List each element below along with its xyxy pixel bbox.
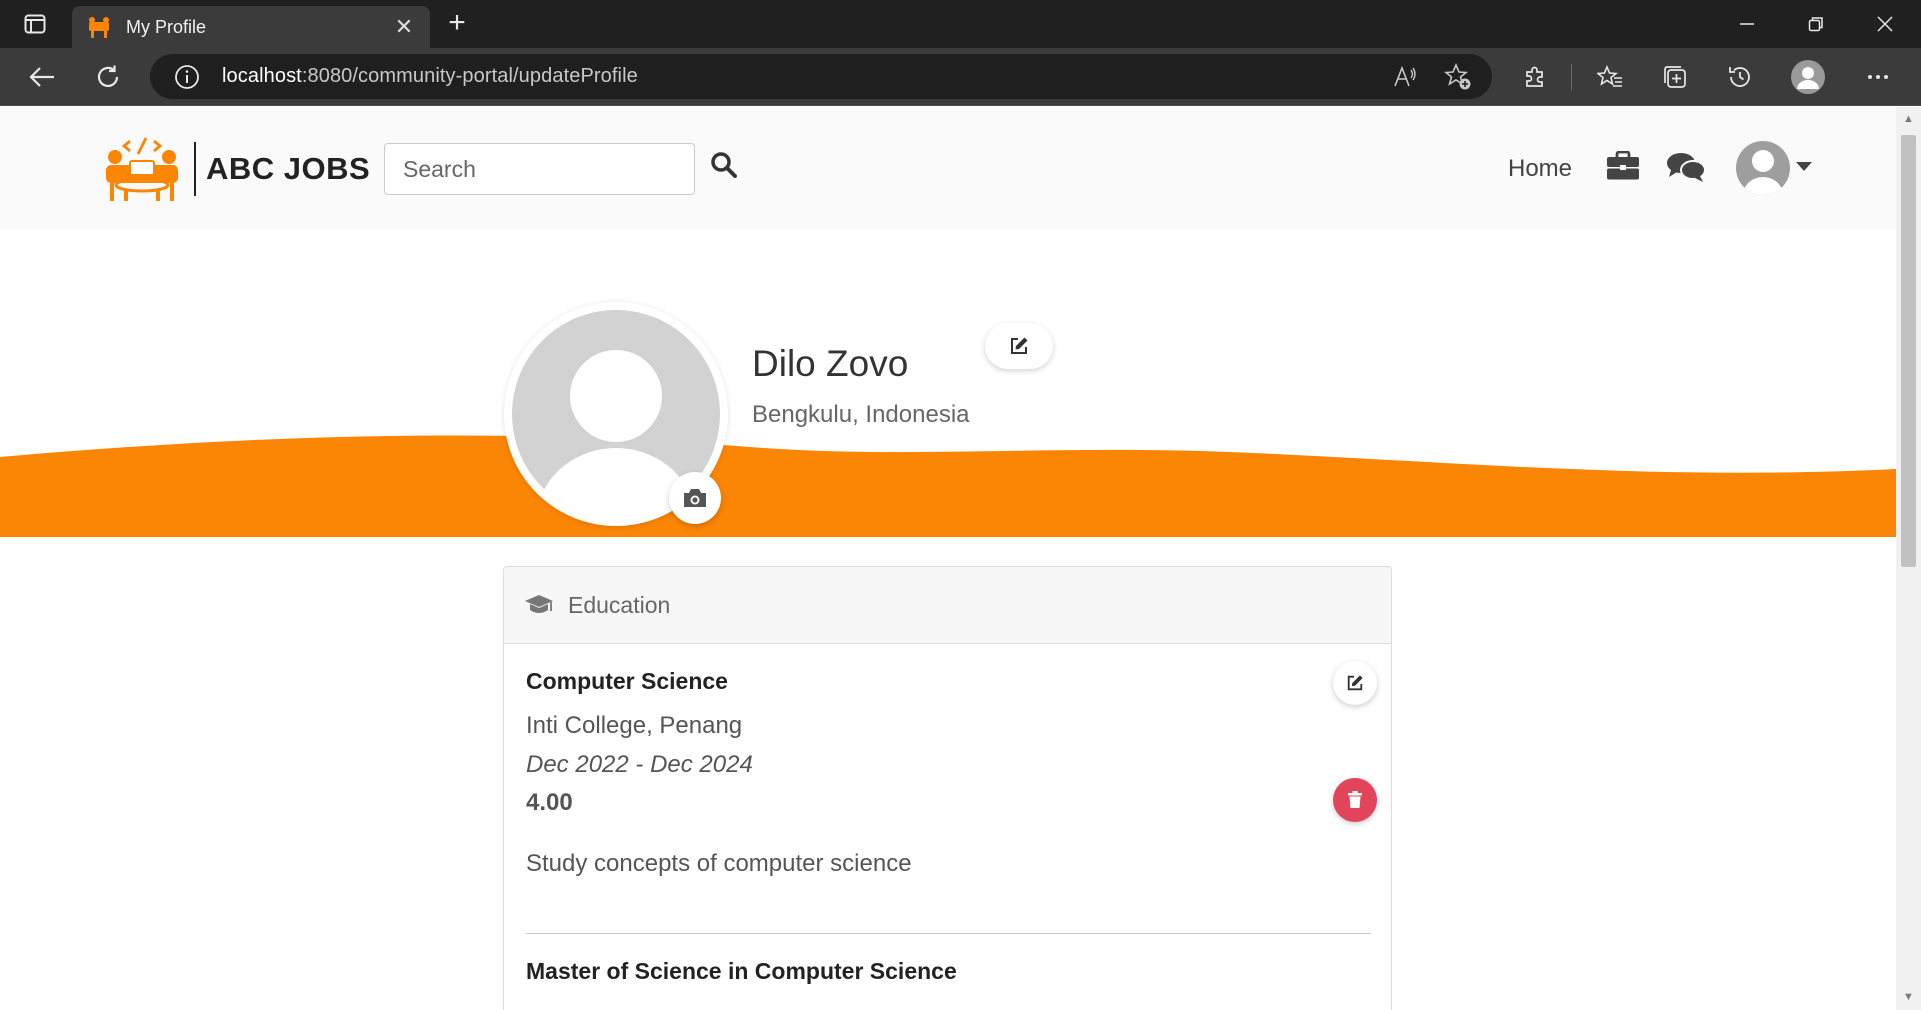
profile-location: Bengkulu, Indonesia [752, 401, 970, 428]
minimize-icon [1740, 23, 1754, 25]
education-school: Inti College, Penang [526, 712, 743, 739]
education-title: Education [568, 591, 671, 618]
toolbar-separator [1571, 64, 1572, 90]
education-degree: Computer Science [526, 668, 728, 694]
address-bar[interactable]: localhost:8080/community-portal/updatePr… [150, 54, 1492, 99]
refresh-icon [97, 65, 119, 88]
scrollbar-thumb[interactable] [1901, 135, 1916, 567]
trash-icon [1348, 791, 1362, 808]
user-avatar-icon [1743, 150, 1783, 195]
browser-avatar-icon [1791, 60, 1825, 94]
education-gpa: 4.00 [526, 789, 573, 816]
history-button[interactable] [1720, 58, 1760, 96]
education-description: Study concepts of computer science [526, 850, 912, 877]
brand-name: ABC JOBS [206, 151, 371, 186]
extensions-button[interactable] [1515, 58, 1555, 96]
change-photo-button[interactable] [669, 472, 721, 524]
delete-education-button[interactable] [1333, 778, 1377, 822]
more-dots-icon [1868, 75, 1888, 79]
camera-icon [684, 489, 706, 507]
new-tab-button[interactable]: + [440, 8, 474, 40]
back-button[interactable] [22, 58, 62, 96]
url-host: localhost [222, 65, 302, 87]
tab-actions-button[interactable] [12, 10, 58, 38]
search-button[interactable] [710, 151, 740, 185]
favorites-button[interactable] [1590, 58, 1630, 96]
nav-user-avatar[interactable] [1736, 141, 1790, 195]
restore-icon [1808, 17, 1823, 32]
comments-icon [1667, 153, 1706, 182]
window-close-icon [1877, 16, 1893, 32]
logo-divider [194, 142, 196, 196]
url-path: :8080/community-portal/updateProfile [301, 65, 638, 87]
favorites-icon [1597, 65, 1622, 87]
tab-actions-icon [24, 14, 46, 34]
window-close-button[interactable] [1851, 0, 1919, 48]
site-navbar: ABC JOBS Home [0, 107, 1896, 229]
collections-icon [1664, 66, 1686, 88]
abc-jobs-logo-icon [106, 137, 178, 201]
edit-education-button[interactable] [1333, 661, 1377, 705]
education-dates: Dec 2022 - Dec 2024 [526, 751, 753, 778]
puzzle-icon [1526, 66, 1543, 87]
more-menu-button[interactable] [1858, 58, 1898, 96]
search-input[interactable] [384, 143, 695, 195]
tab-title: My Profile [126, 16, 207, 37]
address-url: localhost:8080/community-portal/updatePr… [222, 65, 638, 88]
entry-divider [526, 933, 1371, 934]
refresh-button[interactable] [88, 58, 128, 96]
education-card: Education Computer Science Inti College,… [503, 566, 1392, 1010]
brand-logo[interactable]: ABC JOBS [104, 135, 370, 203]
back-arrow-icon [29, 67, 54, 87]
profile-name: Dilo Zovo [752, 343, 909, 384]
edit-icon [1011, 337, 1028, 354]
read-aloud-icon[interactable] [1390, 62, 1420, 92]
edit-icon [1347, 675, 1363, 691]
restore-button[interactable] [1782, 0, 1850, 48]
nav-jobs-button[interactable] [1606, 150, 1640, 186]
nav-home-link[interactable]: Home [1508, 155, 1572, 183]
edit-profile-button[interactable] [985, 323, 1053, 369]
browser-tab[interactable]: My Profile ✕ [72, 6, 430, 48]
browser-toolbar: localhost:8080/community-portal/updatePr… [0, 48, 1921, 106]
profile-button[interactable] [1788, 58, 1828, 96]
graduation-cap-icon [525, 595, 553, 613]
briefcase-icon [1607, 150, 1639, 180]
site-info-icon[interactable] [174, 64, 200, 90]
education-card-header: Education [504, 567, 1391, 644]
minimize-button[interactable] [1713, 0, 1781, 48]
add-favorite-icon[interactable] [1443, 62, 1473, 92]
collections-button[interactable] [1655, 58, 1695, 96]
scroll-down-icon[interactable]: ▼ [1903, 991, 1914, 1003]
page-viewport: ABC JOBS Home Dilo Zovo Bengkulu, Indone… [0, 107, 1896, 1010]
search-icon [711, 152, 737, 178]
tab-close-icon[interactable]: ✕ [392, 14, 416, 40]
education-degree: Master of Science in Computer Science [526, 958, 957, 984]
education-entry: Master of Science in Computer Science [504, 958, 979, 985]
chevron-down-icon[interactable] [1796, 162, 1812, 171]
browser-tab-bar: My Profile ✕ + [0, 0, 1921, 48]
history-icon [1729, 67, 1750, 87]
abc-jobs-favicon [89, 17, 109, 38]
page-scrollbar[interactable]: ▲ ▼ [1896, 107, 1921, 1010]
nav-messages-button[interactable] [1666, 151, 1706, 188]
scroll-up-icon[interactable]: ▲ [1903, 113, 1914, 125]
